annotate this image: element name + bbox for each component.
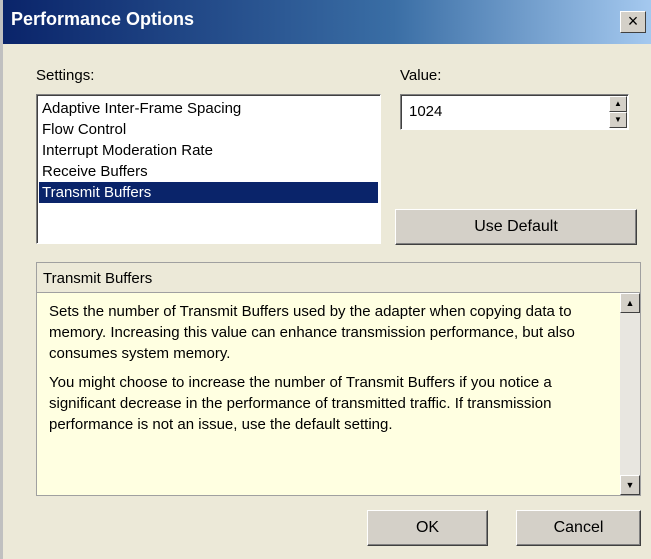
arrow-down-icon: ▼	[614, 115, 622, 124]
settings-label: Settings:	[36, 67, 95, 84]
scroll-down-button[interactable]: ▼	[620, 475, 640, 495]
use-default-button[interactable]: Use Default	[395, 209, 637, 245]
description-paragraph: Sets the number of Transmit Buffers used…	[49, 303, 575, 362]
description-title: Transmit Buffers	[43, 270, 153, 287]
scroll-up-icon: ▲	[625, 298, 635, 308]
ok-button[interactable]: OK	[367, 510, 488, 546]
list-item-selected[interactable]: Transmit Buffers	[39, 182, 378, 203]
description-paragraph: You might choose to increase the number …	[49, 374, 552, 433]
value-spinbox[interactable]: 1024 ▲ ▼	[400, 94, 629, 130]
scroll-down-icon: ▼	[625, 480, 635, 490]
settings-listbox[interactable]: Adaptive Inter-Frame Spacing Flow Contro…	[36, 94, 381, 244]
value-label: Value:	[400, 67, 442, 84]
list-item[interactable]: Interrupt Moderation Rate	[39, 140, 378, 161]
description-panel: Transmit Buffers Sets the number of Tran…	[36, 262, 641, 496]
title-bar[interactable]: Performance Options ×	[3, 0, 651, 44]
description-header: Transmit Buffers	[37, 263, 640, 293]
spin-down-button[interactable]: ▼	[609, 112, 627, 128]
close-icon: ×	[627, 11, 639, 31]
list-item[interactable]: Adaptive Inter-Frame Spacing	[39, 98, 378, 119]
list-item[interactable]: Receive Buffers	[39, 161, 378, 182]
value-input[interactable]: 1024	[409, 103, 442, 120]
spin-up-button[interactable]: ▲	[609, 96, 627, 112]
description-text: Sets the number of Transmit Buffers used…	[37, 293, 620, 495]
performance-options-dialog: Performance Options × Settings: Value: A…	[0, 0, 651, 559]
close-button[interactable]: ×	[620, 11, 646, 33]
window-title: Performance Options	[11, 9, 195, 29]
description-scrollbar[interactable]: ▲ ▼	[620, 293, 640, 495]
arrow-up-icon: ▲	[614, 99, 622, 108]
cancel-button[interactable]: Cancel	[516, 510, 641, 546]
list-item[interactable]: Flow Control	[39, 119, 378, 140]
scroll-up-button[interactable]: ▲	[620, 293, 640, 313]
